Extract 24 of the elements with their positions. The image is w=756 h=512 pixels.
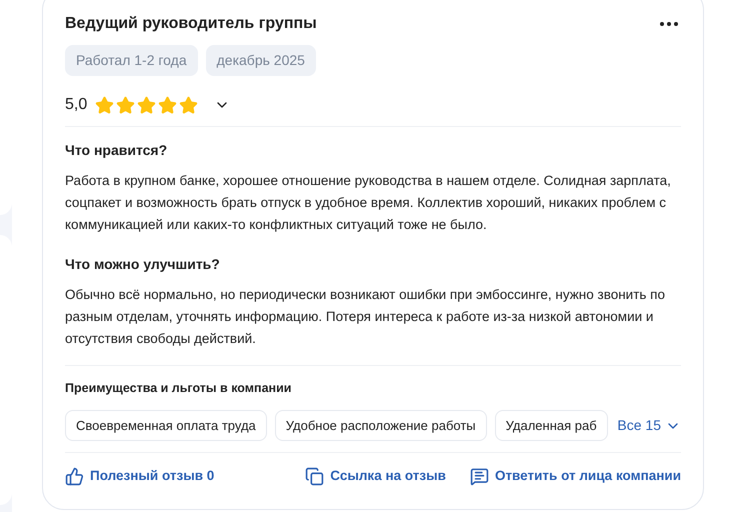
- tag: Работал 1-2 года: [65, 45, 198, 76]
- reply-button[interactable]: Ответить от лица компании: [470, 466, 681, 486]
- chat-bubble-icon: [470, 466, 489, 486]
- star-icon: [179, 96, 198, 114]
- tag: декабрь 2025: [206, 45, 316, 76]
- review-link[interactable]: Ссылка на отзыв: [305, 466, 446, 486]
- section-heading: Что нравится?: [65, 141, 168, 160]
- benefit-chip: Удаленная раб: [494, 410, 608, 442]
- section-heading: Что можно улучшить?: [65, 255, 221, 274]
- section-text: Работа в крупном банке, хорошее отношение руководства в нашем отделе. Солидная зарплата, соцпакет и возможность брать отпуск в удобное время. Коллектив хороший, никаких проблем с коммуникацией или каких-то конфликтных ситуаций тоже не было.: [65, 172, 672, 234]
- benefit-chip: Своевременная оплата труда: [65, 410, 267, 442]
- helpful-button[interactable]: Полезный отзыв 0: [65, 466, 214, 486]
- copy-icon: [305, 466, 324, 486]
- review-title: Ведущий руководитель группы: [65, 14, 317, 34]
- benefit-chip: Удобное расположение работы: [274, 410, 487, 442]
- show-all-button[interactable]: Все 15: [617, 415, 681, 436]
- star-icon: [116, 96, 136, 114]
- rating-value: 5,0: [65, 95, 88, 115]
- benefits-heading: Преимущества и льготы в компании: [65, 380, 292, 397]
- star-icon: [158, 96, 178, 114]
- star-icon: [95, 96, 114, 114]
- thumbs-up-icon: [65, 466, 84, 486]
- section-text: Обычно всё нормально, но периодически возникают ошибки при эмбоссинге, нужно звонить по разным отделам, уточнять информацию. Потеря интереса к работе из-за низкой автономии и отсутствия свободы действий.: [65, 286, 666, 348]
- star-icon: [137, 96, 156, 114]
